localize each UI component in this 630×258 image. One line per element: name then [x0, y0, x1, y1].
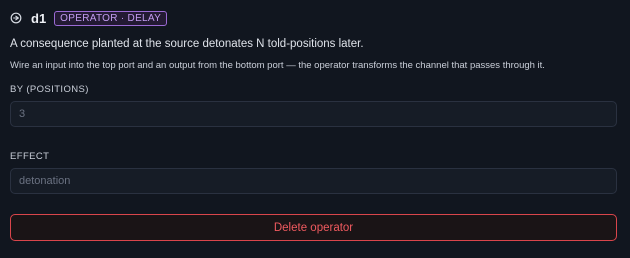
by-positions-value: 3 [19, 108, 26, 120]
by-positions-input[interactable]: 3 [10, 101, 617, 127]
effect-input[interactable]: detonation [10, 168, 617, 194]
by-positions-label: BY (POSITIONS) [10, 84, 89, 95]
delete-operator-button[interactable]: Delete operator [10, 214, 617, 241]
operator-header: d1 OPERATOR · DELAY [10, 10, 617, 26]
operator-wiring-hint: Wire an input into the top port and an o… [10, 60, 545, 71]
clock-rewind-icon [10, 12, 22, 24]
effect-placeholder: detonation [19, 175, 71, 187]
operator-description: A consequence planted at the source deto… [10, 38, 364, 50]
operator-name: d1 [31, 10, 47, 26]
effect-label: EFFECT [10, 151, 50, 162]
operator-type-badge: OPERATOR · DELAY [54, 10, 168, 26]
operator-inspector-panel: d1 OPERATOR · DELAY A consequence plante… [0, 10, 630, 258]
